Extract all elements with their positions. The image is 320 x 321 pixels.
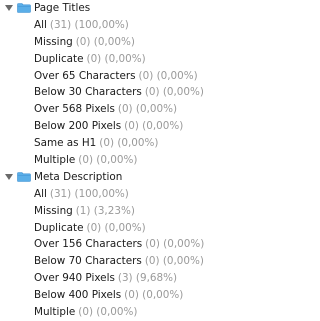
tree-group-page-titles[interactable]: Page Titles: [0, 0, 201, 17]
item-count: (0) (0,00%): [78, 154, 138, 167]
item-count: (0) (0,00%): [86, 221, 146, 234]
tree-group-meta-description[interactable]: Meta Description: [0, 169, 201, 186]
item-label: Over 65 Characters: [34, 69, 136, 82]
item-label: Over 156 Characters: [34, 238, 143, 251]
caret-down-icon[interactable]: [5, 5, 13, 11]
tree-item-meta-description-below-400-pixels[interactable]: Below 400 Pixels (0) (0,00%): [0, 287, 201, 304]
item-count: (1) (3,23%): [75, 204, 135, 217]
tree-item-meta-description-multiple[interactable]: Multiple (0) (0,00%): [0, 304, 201, 321]
item-label: Multiple: [34, 154, 76, 167]
tree-item-page-titles-duplicate[interactable]: Duplicate (0) (0,00%): [0, 51, 201, 68]
tree-item-meta-description-below-70-characters[interactable]: Below 70 Characters (0) (0,00%): [0, 253, 204, 270]
item-count: (0) (0,00%): [78, 306, 138, 319]
tree-item-page-titles-same-as-h1[interactable]: Same as H1 (0) (0,00%): [0, 135, 201, 152]
item-label: Below 70 Characters: [34, 255, 142, 268]
item-label: Duplicate: [34, 221, 84, 234]
item-count: (0) (0,00%): [124, 120, 184, 133]
tree-item-page-titles-below-200-pixels[interactable]: Below 200 Pixels (0) (0,00%): [0, 118, 201, 135]
item-count: (0) (0,00%): [99, 137, 159, 150]
item-label: Below 400 Pixels: [34, 289, 122, 302]
item-count: (0) (0,00%): [144, 255, 204, 268]
item-label: Multiple: [34, 306, 76, 319]
item-count: (0) (0,00%): [75, 35, 135, 48]
item-label: All: [34, 18, 47, 31]
tree-item-meta-description-over-940-pixels[interactable]: Over 940 Pixels (3) (9,68%): [0, 270, 201, 287]
tree-item-meta-description-duplicate[interactable]: Duplicate (0) (0,00%): [0, 220, 201, 237]
item-count: (31) (100,00%): [49, 187, 129, 200]
item-count: (31) (100,00%): [49, 18, 129, 31]
item-label: Same as H1: [34, 137, 97, 150]
tree-item-page-titles-over-568-pixels[interactable]: Over 568 Pixels (0) (0,00%): [0, 101, 201, 118]
item-label: Below 30 Characters: [34, 86, 142, 99]
tree-item-page-titles-missing[interactable]: Missing (0) (0,00%): [0, 34, 201, 51]
item-label: Missing: [34, 35, 73, 48]
item-label: Over 940 Pixels: [34, 272, 115, 285]
group-label: Page Titles: [34, 2, 91, 14]
item-count: (0) (0,00%): [144, 86, 204, 99]
group-label: Meta Description: [34, 170, 123, 183]
tree-item-meta-description-over-156-characters[interactable]: Over 156 Characters (0) (0,00%): [0, 236, 205, 253]
tree-item-page-titles-over-65-characters[interactable]: Over 65 Characters (0) (0,00%): [0, 68, 201, 85]
item-label: Duplicate: [34, 52, 84, 65]
folder-icon: [17, 172, 31, 182]
item-label: Over 568 Pixels: [34, 103, 115, 116]
item-count: (0) (0,00%): [86, 52, 146, 65]
caret-down-icon[interactable]: [5, 173, 13, 180]
item-count: (0) (0,00%): [138, 69, 198, 82]
item-count: (3) (9,68%): [117, 272, 178, 285]
tree-item-page-titles-all[interactable]: All (31) (100,00%): [0, 17, 201, 34]
item-count: (0) (0,00%): [124, 289, 184, 302]
tree-item-page-titles-below-30-characters[interactable]: Below 30 Characters (0) (0,00%): [0, 84, 204, 101]
item-label: Missing: [34, 204, 73, 217]
item-label: Below 200 Pixels: [34, 120, 122, 133]
folder-icon: [17, 3, 31, 13]
item-label: All: [34, 187, 47, 200]
item-count: (0) (0,00%): [145, 238, 205, 251]
tree-item-meta-description-missing[interactable]: Missing (1) (3,23%): [0, 203, 201, 220]
tree-item-meta-description-all[interactable]: All (31) (100,00%): [0, 186, 201, 203]
issues-tree: Page Titles All (31) (100,00%) Missing (0)…: [0, 0, 205, 321]
item-count: (0) (0,00%): [117, 103, 178, 116]
tree-item-page-titles-multiple[interactable]: Multiple (0) (0,00%): [0, 152, 201, 169]
